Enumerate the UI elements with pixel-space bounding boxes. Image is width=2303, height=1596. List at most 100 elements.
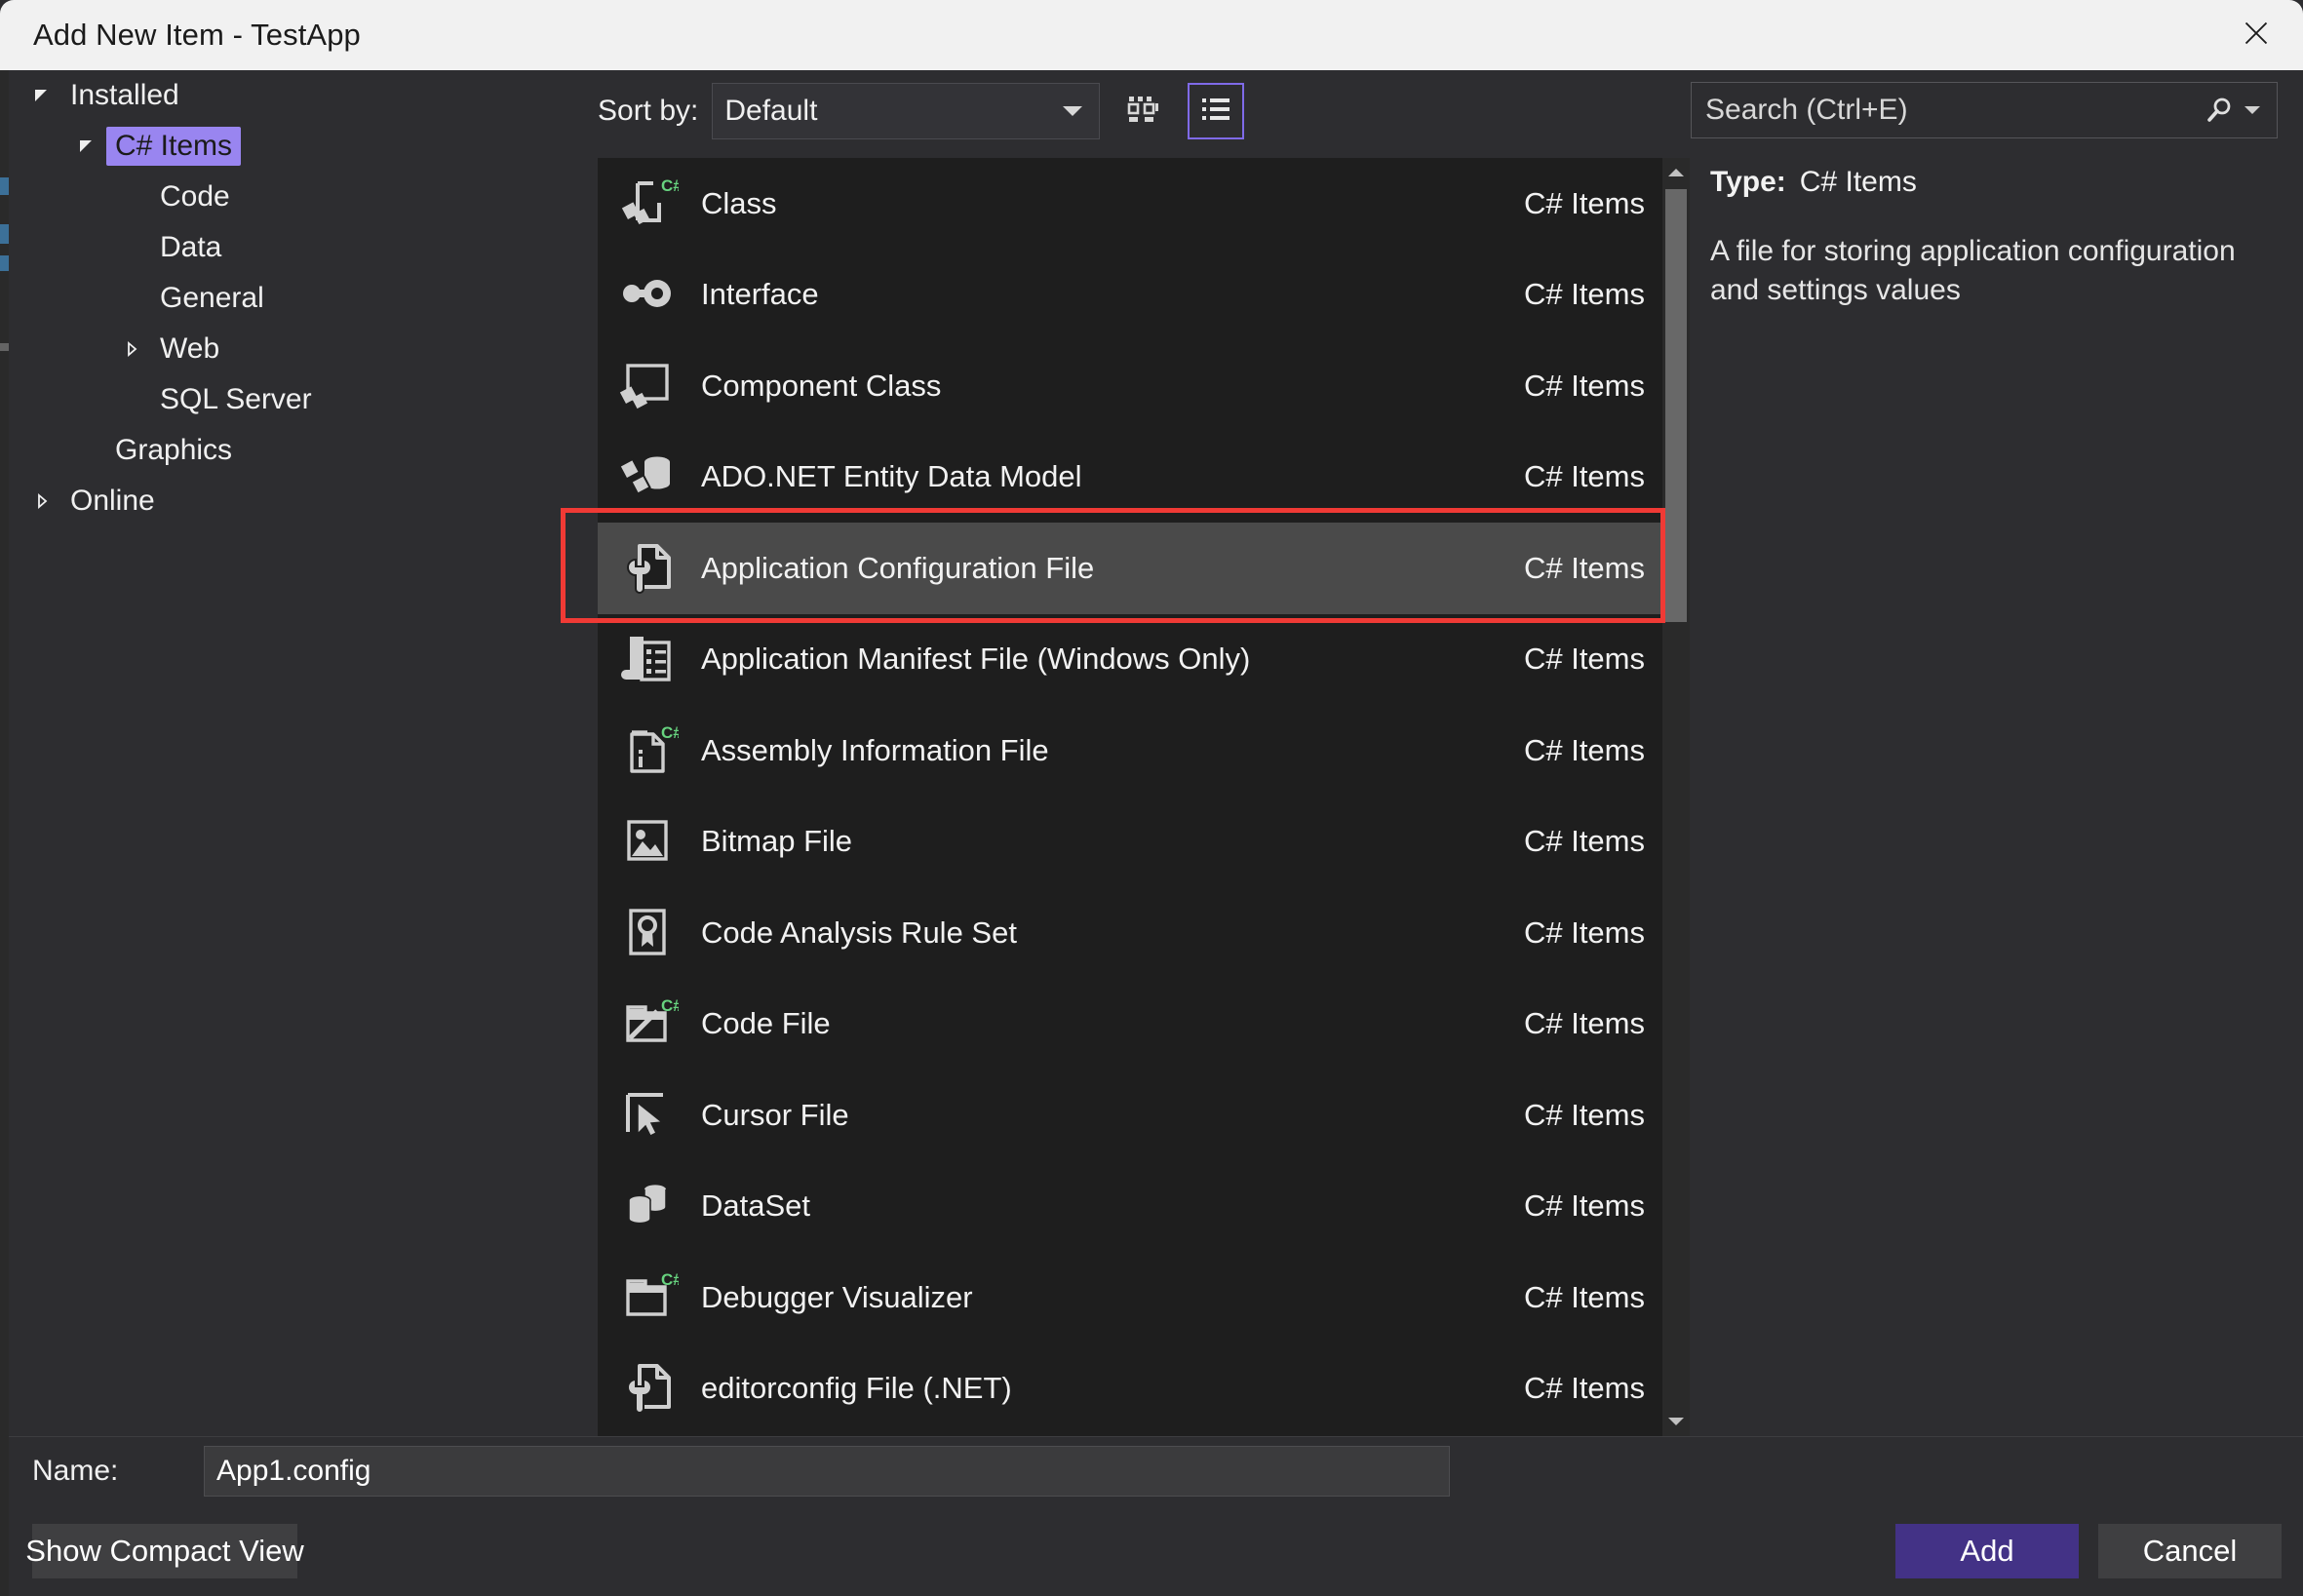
background-artifact (0, 343, 9, 351)
item-template-rows: C#ClassC# ItemsInterfaceC# ItemsComponen… (598, 158, 1662, 1436)
search-icon[interactable] (2203, 94, 2236, 127)
item-template-category: C# Items (1523, 550, 1645, 585)
item-template-category: C# Items (1523, 1097, 1645, 1132)
sidebar-item-label: SQL Server (160, 383, 312, 415)
sidebar-item-installed[interactable]: Installed (9, 70, 598, 121)
table-row[interactable]: C# Assembly Information File C# Items (598, 705, 1662, 797)
scrollbar-thumb[interactable] (1665, 189, 1687, 622)
table-row[interactable]: Application Manifest File (Windows Only)… (598, 614, 1662, 706)
item-template-name: ADO.NET Entity Data Model (701, 459, 1082, 494)
sidebar-item-label: Graphics (115, 434, 233, 466)
table-row[interactable]: Component Class C# Items (598, 340, 1662, 432)
add-button[interactable]: Add (1895, 1523, 2079, 1578)
table-row[interactable]: ADO.NET Entity Data Model C# Items (598, 432, 1662, 524)
svg-text:C#: C# (661, 176, 679, 195)
sidebar-item-general[interactable]: General (9, 273, 598, 324)
item-template-name: editorconfig File (.NET) (701, 1371, 1012, 1406)
table-row[interactable]: Bitmap File C# Items (598, 797, 1662, 888)
component-class-icon (611, 349, 685, 423)
search-input[interactable]: Search (Ctrl+E) (1692, 94, 2203, 127)
item-template-name: Bitmap File (701, 824, 853, 859)
item-template-category: C# Items (1523, 368, 1645, 403)
table-row[interactable]: Interface C# Items (598, 250, 1662, 341)
item-template-name: Debugger Visualizer (701, 1279, 973, 1314)
table-row[interactable]: Cursor File C# Items (598, 1070, 1662, 1161)
twisty-collapsed-icon[interactable] (112, 340, 151, 358)
table-row[interactable]: Application Configuration File C# Items (598, 523, 1662, 614)
item-template-name: DataSet (701, 1188, 811, 1224)
item-template-name: Code File (701, 1006, 831, 1041)
twisty-expanded-icon[interactable] (67, 137, 106, 155)
cursor-file-icon (611, 1078, 685, 1152)
sidebar-item-label: Data (160, 231, 222, 263)
assembly-info-icon: C# (611, 714, 685, 788)
bitmap-file-icon (611, 804, 685, 878)
svg-text:C#: C# (661, 723, 679, 742)
list-view-button[interactable] (1188, 83, 1245, 139)
close-button[interactable] (2209, 0, 2303, 70)
show-compact-view-button[interactable]: Show Compact View (25, 1523, 304, 1578)
item-template-name: Component Class (701, 368, 942, 403)
sidebar-item-online[interactable]: Online (9, 476, 598, 526)
background-artifact (0, 224, 9, 244)
config-file-icon (611, 531, 685, 605)
sidebar-item-label: Code (160, 180, 230, 213)
table-row[interactable]: DataSet C# Items (598, 1161, 1662, 1253)
sidebar-item-sql-server[interactable]: SQL Server (9, 374, 598, 425)
item-type-label: Type: (1710, 166, 1786, 198)
item-template-category: C# Items (1523, 642, 1645, 677)
item-template-category: C# Items (1523, 1006, 1645, 1041)
editorconfig-icon (611, 1351, 685, 1425)
item-details-panel: Type: C# Items A file for storing applica… (1710, 166, 2282, 310)
item-template-name: Class (701, 185, 777, 220)
grid-view-icon (1126, 92, 1161, 132)
code-file-icon: C# (611, 987, 685, 1061)
scroll-up-arrow-icon[interactable] (1662, 158, 1690, 187)
twisty-collapsed-icon[interactable] (22, 492, 61, 510)
item-template-category: C# Items (1523, 1188, 1645, 1224)
table-row[interactable]: C# Class C# Items (598, 158, 1662, 250)
list-view-icon (1198, 92, 1233, 132)
table-row[interactable]: editorconfig File (.NET) C# Items (598, 1343, 1662, 1435)
search-dropdown-icon[interactable] (2236, 104, 2277, 116)
table-row[interactable]: C# Debugger Visualizer C# Items (598, 1252, 1662, 1343)
table-row[interactable]: Code Analysis Rule Set C# Items (598, 887, 1662, 979)
search-box[interactable]: Search (Ctrl+E) (1691, 82, 2278, 138)
name-bar: Name: App1.config (9, 1436, 2303, 1505)
item-description: A file for storing application configura… (1710, 235, 2236, 306)
title-bar: Add New Item - TestApp (0, 0, 2303, 70)
item-type-row: Type: C# Items (1710, 166, 2282, 199)
twisty-expanded-icon[interactable] (22, 87, 61, 104)
list-toolbar: Sort by: Default (598, 82, 1245, 140)
background-window-edge (0, 58, 9, 1596)
name-label: Name: (32, 1455, 119, 1487)
sidebar-item-data[interactable]: Data (9, 222, 598, 273)
sidebar-item-web[interactable]: Web (9, 324, 598, 374)
sidebar-item-graphics[interactable]: Graphics (9, 425, 598, 476)
category-tree: Installed C# Items Code Data General Web SQL S… (9, 70, 598, 1436)
item-template-category: C# Items (1523, 1371, 1645, 1406)
sort-by-select[interactable]: Default (712, 83, 1101, 139)
scroll-down-arrow-icon[interactable] (1662, 1407, 1690, 1436)
background-artifact (0, 177, 9, 195)
rule-set-icon (611, 896, 685, 970)
page-title: Add New Item - TestApp (33, 18, 361, 52)
list-scrollbar[interactable] (1662, 158, 1690, 1436)
item-template-name: Application Manifest File (Windows Only) (701, 642, 1251, 677)
item-template-name: Cursor File (701, 1097, 849, 1132)
sidebar-item-code[interactable]: Code (9, 172, 598, 222)
grid-view-button[interactable] (1115, 83, 1172, 139)
sort-by-label: Sort by: (598, 95, 699, 127)
cancel-button[interactable]: Cancel (2098, 1523, 2282, 1578)
add-new-item-dialog: Add New Item - TestApp Installed C# Items… (0, 0, 2303, 1596)
sidebar-item-c-items[interactable]: C# Items (9, 121, 598, 172)
item-template-name: Assembly Information File (701, 732, 1049, 767)
table-row[interactable]: C# Code File C# Items (598, 979, 1662, 1070)
name-input[interactable]: App1.config (204, 1446, 1450, 1497)
sort-by-value: Default (724, 95, 818, 127)
item-template-name: Interface (701, 277, 819, 312)
sidebar-item-label: General (160, 282, 264, 314)
interface-icon (611, 257, 685, 331)
item-template-name: Code Analysis Rule Set (701, 915, 1017, 950)
dataset-icon (611, 1169, 685, 1243)
